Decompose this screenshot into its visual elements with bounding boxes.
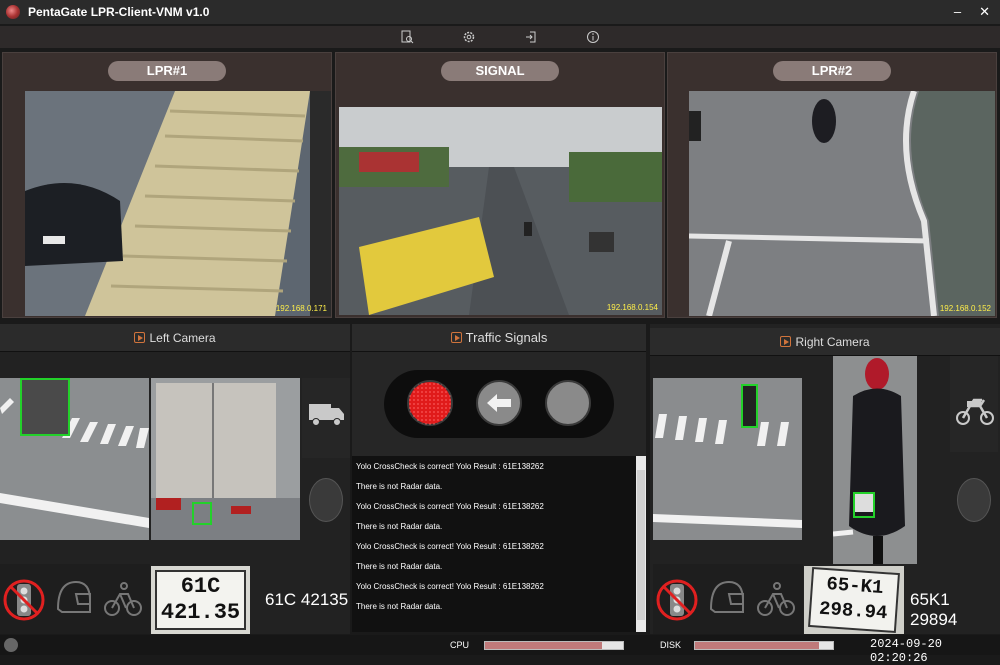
status-logo-icon: [4, 638, 18, 652]
info-icon[interactable]: [585, 29, 601, 45]
cpu-label: CPU: [450, 640, 470, 650]
traffic-signals-section: Traffic Signals: [352, 324, 646, 456]
lpr2-video[interactable]: 192.168.0.152: [689, 91, 995, 316]
plate-detection-box: [192, 502, 212, 525]
right-camera-section: Right Camera 65-K1 298.94 65K1 29894: [650, 324, 1000, 634]
minimize-button[interactable]: –: [954, 4, 961, 20]
vehicle-type-tile: [302, 378, 350, 458]
vehicle-type-tile: [950, 356, 998, 452]
signal-label: SIGNAL: [441, 61, 559, 81]
no-traffic-light-icon: [3, 579, 45, 621]
signal-panel: SIGNAL 192.168.0.154: [335, 52, 665, 318]
left-status-indicator: [309, 478, 343, 522]
right-crop-tile[interactable]: [833, 356, 917, 564]
right-plate-crop: 65-K1 298.94: [808, 567, 900, 633]
log-line: Yolo CrossCheck is correct! Yolo Result …: [356, 502, 544, 511]
right-plate-line2: 298.94: [818, 597, 889, 625]
disk-usage-bar: [694, 641, 834, 650]
toolbar: [0, 26, 1000, 48]
window-title: PentaGate LPR-Client-VNM v1.0: [28, 5, 210, 19]
left-plate-crop: 61C 421.35: [155, 570, 246, 630]
helmet-icon: [56, 580, 91, 613]
left-scene-tile[interactable]: [0, 378, 149, 540]
log-line: Yolo CrossCheck is correct! Yolo Result …: [356, 582, 544, 591]
log-scrollbar[interactable]: [636, 456, 646, 632]
log-lines: Yolo CrossCheck is correct! Yolo Result …: [352, 456, 646, 617]
right-indicators: [653, 564, 803, 634]
cpu-usage-fill: [485, 642, 603, 649]
bicycle-icon: [104, 582, 142, 616]
event-log[interactable]: Yolo CrossCheck is correct! Yolo Result …: [352, 456, 646, 632]
right-plate-image: 65-K1 298.94: [804, 566, 904, 634]
play-icon: [450, 332, 462, 343]
search-document-icon[interactable]: [399, 29, 415, 45]
log-line: There is not Radar data.: [356, 562, 443, 571]
left-plate-line2: 421.35: [160, 600, 241, 625]
lpr2-label: LPR#2: [773, 61, 891, 81]
traffic-signals-header: Traffic Signals: [352, 324, 646, 352]
right-camera-header: Right Camera: [650, 328, 1000, 356]
log-scroll-thumb[interactable]: [637, 470, 645, 620]
play-icon: [780, 336, 792, 347]
datetime: 2024-09-20 02:20:26: [870, 637, 943, 665]
right-status-indicator: [957, 478, 991, 522]
lpr2-panel: LPR#2 192.168.0.152: [667, 52, 997, 318]
log-line: There is not Radar data.: [356, 602, 443, 611]
bicycle-icon: [757, 582, 795, 616]
cpu-usage-bar: [484, 641, 624, 650]
close-button[interactable]: ✕: [979, 4, 990, 20]
vehicle-detection-box: [20, 378, 70, 436]
left-camera-section: Left Camera 61C 421.35 61C 42135: [0, 324, 350, 634]
left-camera-header: Left Camera: [0, 324, 350, 352]
no-traffic-light-icon: [656, 579, 698, 621]
right-plate-line1: 65-K1: [825, 573, 885, 599]
log-line: There is not Radar data.: [356, 522, 443, 531]
right-camera-title: Right Camera: [795, 334, 870, 349]
left-crop-tile[interactable]: [151, 378, 300, 540]
right-scene-tile[interactable]: [653, 378, 802, 540]
log-line: Yolo CrossCheck is correct! Yolo Result …: [356, 542, 544, 551]
left-camera-title: Left Camera: [149, 330, 216, 345]
plate-detection-box: [853, 492, 875, 518]
lpr1-video[interactable]: 192.168.0.171: [25, 91, 331, 316]
left-plate-number: 61C 42135: [265, 590, 349, 609]
helmet-icon: [709, 580, 744, 613]
signal-housing: [384, 370, 614, 438]
green-light: [545, 380, 591, 426]
gear-icon[interactable]: [461, 29, 477, 45]
left-plate-line1: 61C: [180, 574, 221, 599]
app-logo-icon: [6, 5, 20, 19]
logout-icon[interactable]: [523, 29, 539, 45]
lpr2-ip: 192.168.0.152: [939, 304, 991, 313]
signal-video[interactable]: 192.168.0.154: [339, 107, 662, 315]
truck-icon: [309, 404, 344, 426]
lpr1-panel: LPR#1 192.168.0.171: [2, 52, 332, 318]
motorbike-icon: [956, 398, 994, 425]
log-line: Yolo CrossCheck is correct! Yolo Result …: [356, 462, 544, 471]
left-indicators: [0, 564, 150, 634]
disk-usage-fill: [695, 642, 820, 649]
title-bar: PentaGate LPR-Client-VNM v1.0 – ✕: [0, 0, 1000, 24]
disk-label: DISK: [660, 640, 682, 650]
right-plate-number: 65K1 29894: [910, 590, 958, 629]
vehicle-detection-box: [741, 384, 758, 428]
signal-ip: 192.168.0.154: [606, 303, 658, 312]
lpr1-label: LPR#1: [108, 61, 226, 81]
log-line: There is not Radar data.: [356, 482, 443, 491]
lpr1-ip: 192.168.0.171: [275, 304, 327, 313]
traffic-signals-title: Traffic Signals: [465, 330, 548, 345]
left-plate-image: 61C 421.35: [151, 566, 250, 634]
play-icon: [134, 332, 146, 343]
